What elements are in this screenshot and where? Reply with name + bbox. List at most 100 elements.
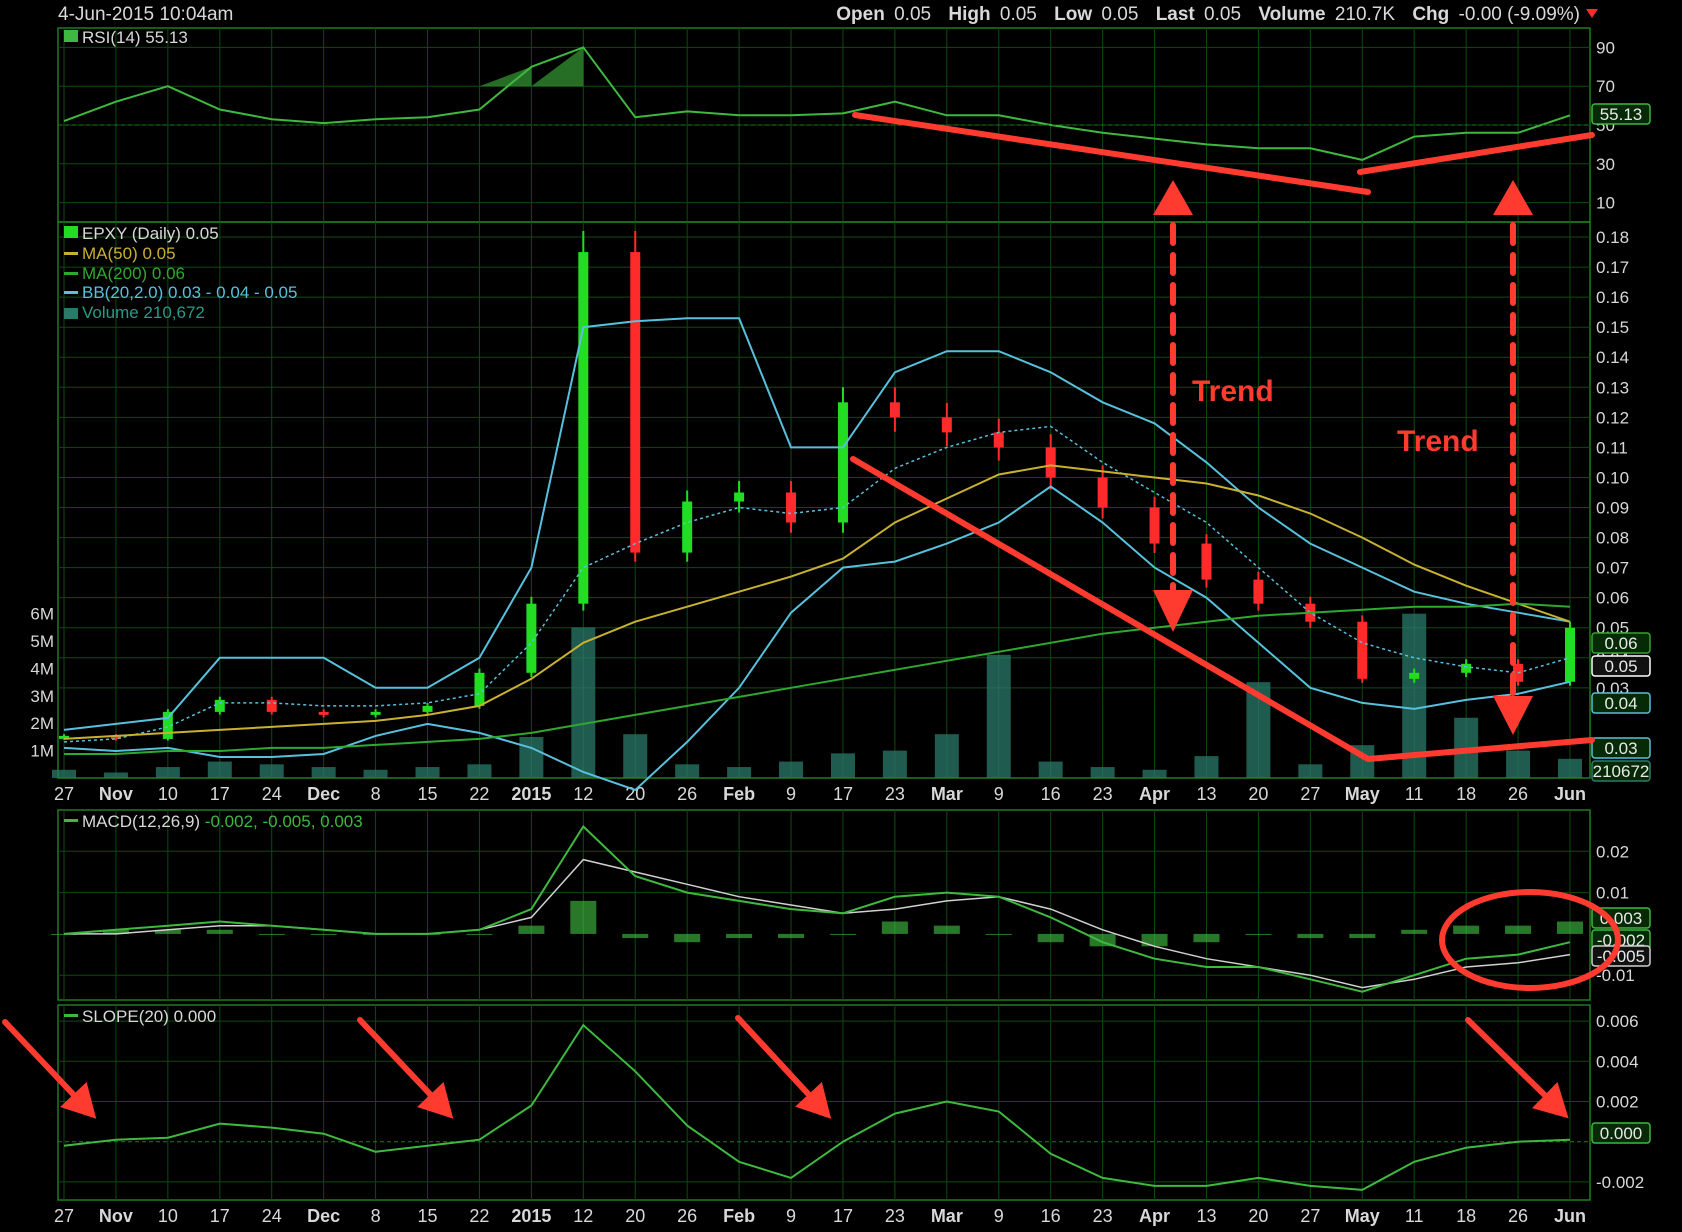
price-legend-bb: BB(20,2.0) 0.03 - 0.04 - 0.05	[82, 283, 297, 302]
x-axis-label-top: 13	[1196, 784, 1216, 804]
volume-bar	[1298, 764, 1323, 778]
volume-bar	[882, 750, 907, 778]
volume-y-tick-label: 6M	[30, 605, 54, 624]
volume-bar	[103, 772, 128, 778]
volume-bar	[986, 654, 1011, 778]
macd-histogram-bar	[258, 933, 285, 935]
price-candle-body	[734, 492, 745, 502]
x-axis-label-bottom: 23	[885, 1206, 905, 1226]
volume-bar	[415, 767, 440, 778]
price-candle-body	[1149, 507, 1160, 544]
x-axis-label-bottom: Mar	[931, 1206, 963, 1226]
rsi-legend-text: RSI(14) 55.13	[82, 28, 188, 47]
price-candle-body	[422, 705, 433, 712]
volume-bar	[934, 734, 959, 778]
x-axis-label-bottom: 12	[573, 1206, 593, 1226]
header-last-label: Last	[1156, 4, 1196, 25]
volume-bar	[1038, 761, 1063, 778]
macd-histogram-bar	[206, 929, 233, 934]
header-chg-label: Chg	[1412, 4, 1449, 25]
slope-y-tick-label: 0.006	[1596, 1012, 1639, 1031]
macd-histogram-bar	[674, 933, 701, 943]
price-candle-body	[837, 402, 848, 523]
volume-bar	[52, 769, 76, 778]
x-axis-label-top: 17	[833, 784, 853, 804]
macd-histogram-bar	[881, 921, 908, 934]
price-value-2-text: 0.04	[1604, 694, 1637, 713]
rsi-legend-icon	[64, 30, 78, 42]
macd-y-tick-label: 0.01	[1596, 884, 1629, 903]
volume-y-tick-label: 2M	[30, 714, 54, 733]
price-candle-body	[993, 432, 1004, 448]
volume-bar	[727, 767, 752, 778]
macd-histogram-bar	[622, 933, 649, 939]
price-legend-volume-icon	[64, 308, 78, 319]
price-legend-epxy: EPXY (Daily) 0.05	[82, 224, 219, 243]
x-axis-label-top: 23	[1093, 784, 1113, 804]
volume-y-tick-label: 4M	[30, 659, 54, 678]
x-axis-label-top: 24	[262, 784, 282, 804]
macd-legend-value-2: 0.003	[320, 812, 363, 831]
macd-histogram-bar	[726, 933, 753, 939]
x-axis-label-bottom: 22	[469, 1206, 489, 1226]
trend-label-left: Trend	[1192, 375, 1274, 408]
price-y-tick-label: 0.12	[1596, 408, 1629, 427]
macd-legend-label: MACD(12,26,9)	[82, 812, 200, 831]
macd-legend-icon	[64, 819, 78, 822]
x-axis-label-bottom: 9	[786, 1206, 796, 1226]
price-candle-body	[1409, 672, 1420, 679]
x-axis-label-top: 26	[1508, 784, 1528, 804]
price-candle-body	[1461, 663, 1472, 673]
volume-bar	[1194, 756, 1219, 778]
x-axis-label-top: 2015	[511, 784, 551, 804]
rsi-value-text: 55.13	[1600, 105, 1643, 124]
x-axis-label-bottom: Apr	[1139, 1206, 1170, 1226]
price-candle-body	[1253, 579, 1264, 604]
price-candle-body	[1045, 447, 1056, 478]
price-legend-ma200: MA(200) 0.06	[82, 264, 185, 283]
rsi-y-tick-label: 90	[1596, 38, 1615, 57]
volume-bar	[675, 764, 700, 778]
price-value-3-text: 0.03	[1604, 739, 1637, 758]
macd-histogram-bar	[1193, 933, 1220, 943]
x-axis-label-bottom: 20	[1248, 1206, 1268, 1226]
macd-legend-text: MACD(12,26,9) -0.002, -0.005, 0.003	[82, 812, 363, 831]
volume-bar	[467, 764, 492, 778]
x-axis-label-top: 27	[54, 784, 74, 804]
x-axis-label-bottom: 17	[210, 1206, 230, 1226]
price-y-tick-label: 0.18	[1596, 228, 1629, 247]
trend-label-right: Trend	[1397, 425, 1479, 458]
volume-bar	[155, 767, 180, 778]
volume-bar	[1090, 767, 1115, 778]
volume-bar	[311, 767, 336, 778]
header-datetime: 4-Jun-2015 10:04am	[58, 4, 233, 25]
macd-histogram-bar	[1453, 925, 1480, 934]
macd-y-tick-label: 0.02	[1596, 842, 1629, 861]
price-y-tick-label: 0.10	[1596, 468, 1629, 487]
x-axis-label-bottom: 2015	[511, 1206, 551, 1226]
volume-bar	[363, 769, 388, 778]
rsi-y-tick-label: 10	[1596, 194, 1615, 213]
x-axis-label-bottom: 13	[1196, 1206, 1216, 1226]
x-axis-label-top: 12	[573, 784, 593, 804]
price-value-4-text: 210672	[1593, 762, 1650, 781]
price-y-tick-label: 0.08	[1596, 529, 1629, 548]
header-volume-label: Volume	[1258, 4, 1325, 25]
x-axis-label-top: Jun	[1554, 784, 1586, 804]
x-axis-label-bottom: 17	[833, 1206, 853, 1226]
volume-bar	[207, 761, 232, 778]
x-axis-label-bottom: 26	[1508, 1206, 1528, 1226]
x-axis-label-bottom: 27	[54, 1206, 74, 1226]
volume-bar	[623, 734, 648, 778]
x-axis-label-bottom: Feb	[723, 1206, 755, 1226]
macd-histogram-bar	[1037, 933, 1064, 943]
x-axis-label-top: Apr	[1139, 784, 1170, 804]
x-axis-label-top: 11	[1405, 784, 1424, 804]
x-axis-label-bottom: 24	[262, 1206, 282, 1226]
price-candle-body	[1201, 543, 1212, 580]
x-axis-label-bottom: 27	[1300, 1206, 1320, 1226]
header-last-value: 0.05	[1204, 4, 1241, 25]
volume-bar	[259, 764, 284, 778]
x-axis-label-bottom: 20	[625, 1206, 645, 1226]
x-axis-label-top: 9	[786, 784, 796, 804]
